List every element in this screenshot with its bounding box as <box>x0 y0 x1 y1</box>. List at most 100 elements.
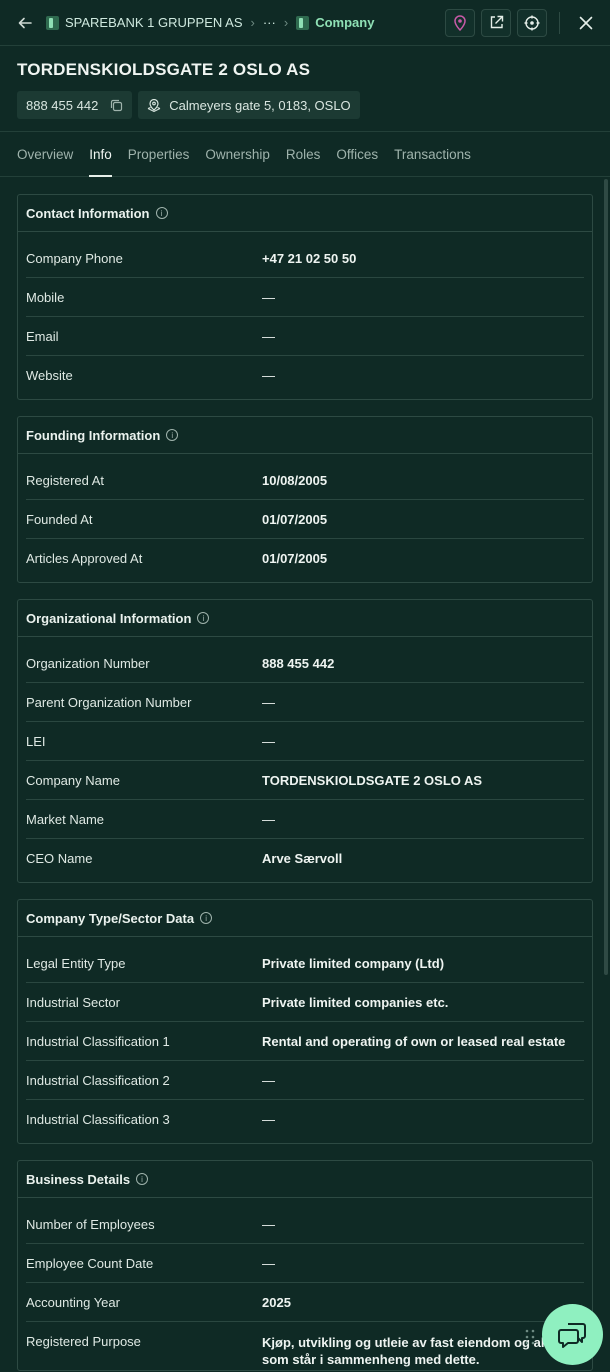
address-text: Calmeyers gate 5, 0183, OSLO <box>169 97 351 113</box>
info-row: LEI — <box>26 722 584 761</box>
company-chips: 888 455 442 Calmeyers gate 5, 0183, OSLO <box>17 91 593 119</box>
info-row: Founded At 01/07/2005 <box>26 500 584 539</box>
row-value: Arve Særvoll <box>262 851 343 866</box>
info-row: Employee Count Date — <box>26 1244 584 1283</box>
breadcrumb-label: ··· <box>262 15 276 30</box>
row-label: Number of Employees <box>26 1216 155 1232</box>
breadcrumb-item-company[interactable]: Company <box>296 15 374 30</box>
info-row: Mobile — <box>26 278 584 317</box>
info-row: Website — <box>26 356 584 395</box>
row-label: Legal Entity Type <box>26 955 126 971</box>
row-value: — <box>262 289 275 305</box>
info-icon[interactable]: i <box>197 612 210 624</box>
tab-ownership[interactable]: Ownership <box>205 132 270 176</box>
info-row: Legal Entity Type Private limited company… <box>26 944 584 983</box>
row-value: 01/07/2005 <box>262 511 328 527</box>
row-value: — <box>262 1255 275 1271</box>
breadcrumb-item-sparebank[interactable]: SPAREBANK 1 GRUPPEN AS <box>46 15 243 30</box>
row-value: — <box>262 733 275 749</box>
breadcrumb-label: SPAREBANK 1 GRUPPEN AS <box>65 15 243 30</box>
tab-overview[interactable]: Overview <box>17 132 73 176</box>
row-value: — <box>262 1072 275 1088</box>
top-bar: SPAREBANK 1 GRUPPEN AS › ··· › Company <box>0 0 610 46</box>
breadcrumb: SPAREBANK 1 GRUPPEN AS › ··· › Company <box>46 15 445 30</box>
contact-information-card: Contact Information i Company Phone +47 2… <box>17 194 593 400</box>
info-row: Registered At 10/08/2005 <box>26 461 584 500</box>
card-title: Contact Information <box>26 205 150 221</box>
row-value: — <box>262 368 275 383</box>
row-label: Company Name <box>26 772 120 788</box>
row-value: — <box>262 694 275 710</box>
chat-button[interactable] <box>542 1304 603 1365</box>
tab-info[interactable]: Info <box>89 132 112 177</box>
row-value: — <box>262 1216 275 1232</box>
row-value: Private limited company (Ltd) <box>262 955 445 971</box>
row-value: 888 455 442 <box>262 655 335 671</box>
card-header: Founding Information i <box>18 417 592 454</box>
row-label: Company Phone <box>26 250 123 266</box>
tab-roles[interactable]: Roles <box>286 132 321 176</box>
org-number: 888 455 442 <box>26 97 99 113</box>
back-arrow-icon[interactable] <box>14 12 36 34</box>
info-icon[interactable]: i <box>136 1173 149 1185</box>
breadcrumb-item-ellipsis[interactable]: ··· <box>263 15 276 30</box>
row-value: 10/08/2005 <box>262 472 328 488</box>
close-icon <box>579 16 593 29</box>
row-label: Organization Number <box>26 655 150 671</box>
info-row: CEO Name Arve Særvoll <box>26 839 584 878</box>
row-label: Email <box>26 328 59 344</box>
info-row: Accounting Year 2025 <box>26 1283 584 1322</box>
founding-information-card: Founding Information i Registered At 10/0… <box>17 416 593 583</box>
card-title: Founding Information <box>26 427 161 443</box>
open-external-button[interactable] <box>481 8 511 37</box>
company-title: TORDENSKIOLDSGATE 2 OSLO AS <box>17 60 311 79</box>
row-label: CEO Name <box>26 851 93 866</box>
card-title: Company Type/Sector Data <box>26 910 195 926</box>
org-number-chip[interactable]: 888 455 442 <box>17 91 133 119</box>
tab-properties[interactable]: Properties <box>128 132 190 176</box>
info-icon[interactable]: i <box>166 429 179 441</box>
card-title: Business Details <box>26 1171 131 1187</box>
info-row: Market Name — <box>26 800 584 839</box>
row-value: +47 21 02 50 50 <box>262 250 357 266</box>
row-label: Parent Organization Number <box>26 694 192 710</box>
breadcrumb-label: Company <box>315 15 375 30</box>
info-icon[interactable]: i <box>200 912 213 924</box>
row-label: Industrial Classification 3 <box>26 1112 170 1127</box>
row-value: — <box>262 328 275 344</box>
row-value: Rental and operating of own or leased re… <box>262 1033 566 1049</box>
chevron-right-icon: › <box>283 15 289 30</box>
focus-button[interactable] <box>517 8 547 37</box>
info-row: Industrial Sector Private limited compani… <box>26 983 584 1022</box>
row-label: Mobile <box>26 289 65 305</box>
chat-icon <box>557 1322 586 1348</box>
info-row: Parent Organization Number — <box>26 683 584 722</box>
card-title: Organizational Information <box>26 610 192 626</box>
info-icon[interactable]: i <box>155 207 168 219</box>
copy-icon[interactable] <box>110 99 123 112</box>
close-button[interactable] <box>572 9 600 37</box>
info-row: Company Phone +47 21 02 50 50 <box>26 239 584 278</box>
info-row: Registered Purpose Kjøp, utvikling og utl… <box>26 1322 584 1367</box>
address-chip[interactable]: Calmeyers gate 5, 0183, OSLO <box>138 91 360 119</box>
row-label: Founded At <box>26 511 93 527</box>
building-icon <box>296 15 310 30</box>
row-label: Registered Purpose <box>26 1334 141 1349</box>
tab-offices[interactable]: Offices <box>336 132 378 176</box>
toolbar <box>445 8 600 37</box>
card-header: Business Details i <box>18 1161 592 1198</box>
row-value: — <box>262 1112 275 1127</box>
row-label: Market Name <box>26 811 105 827</box>
location-pin-icon <box>454 14 466 31</box>
location-button[interactable] <box>445 8 475 37</box>
drag-handle-icon[interactable] <box>524 1328 536 1346</box>
business-details-card: Business Details i Number of Employees — … <box>17 1160 593 1371</box>
organizational-information-card: Organizational Information i Organizatio… <box>17 599 593 883</box>
tab-transactions[interactable]: Transactions <box>394 132 471 176</box>
row-value: Private limited companies etc. <box>262 994 449 1010</box>
row-label: Industrial Sector <box>26 994 120 1010</box>
chevron-right-icon: › <box>250 15 255 30</box>
card-header: Company Type/Sector Data i <box>18 900 592 937</box>
info-row: Company Name TORDENSKIOLDSGATE 2 OSLO AS <box>26 761 584 800</box>
info-content: Contact Information i Company Phone +47 2… <box>0 178 610 1372</box>
